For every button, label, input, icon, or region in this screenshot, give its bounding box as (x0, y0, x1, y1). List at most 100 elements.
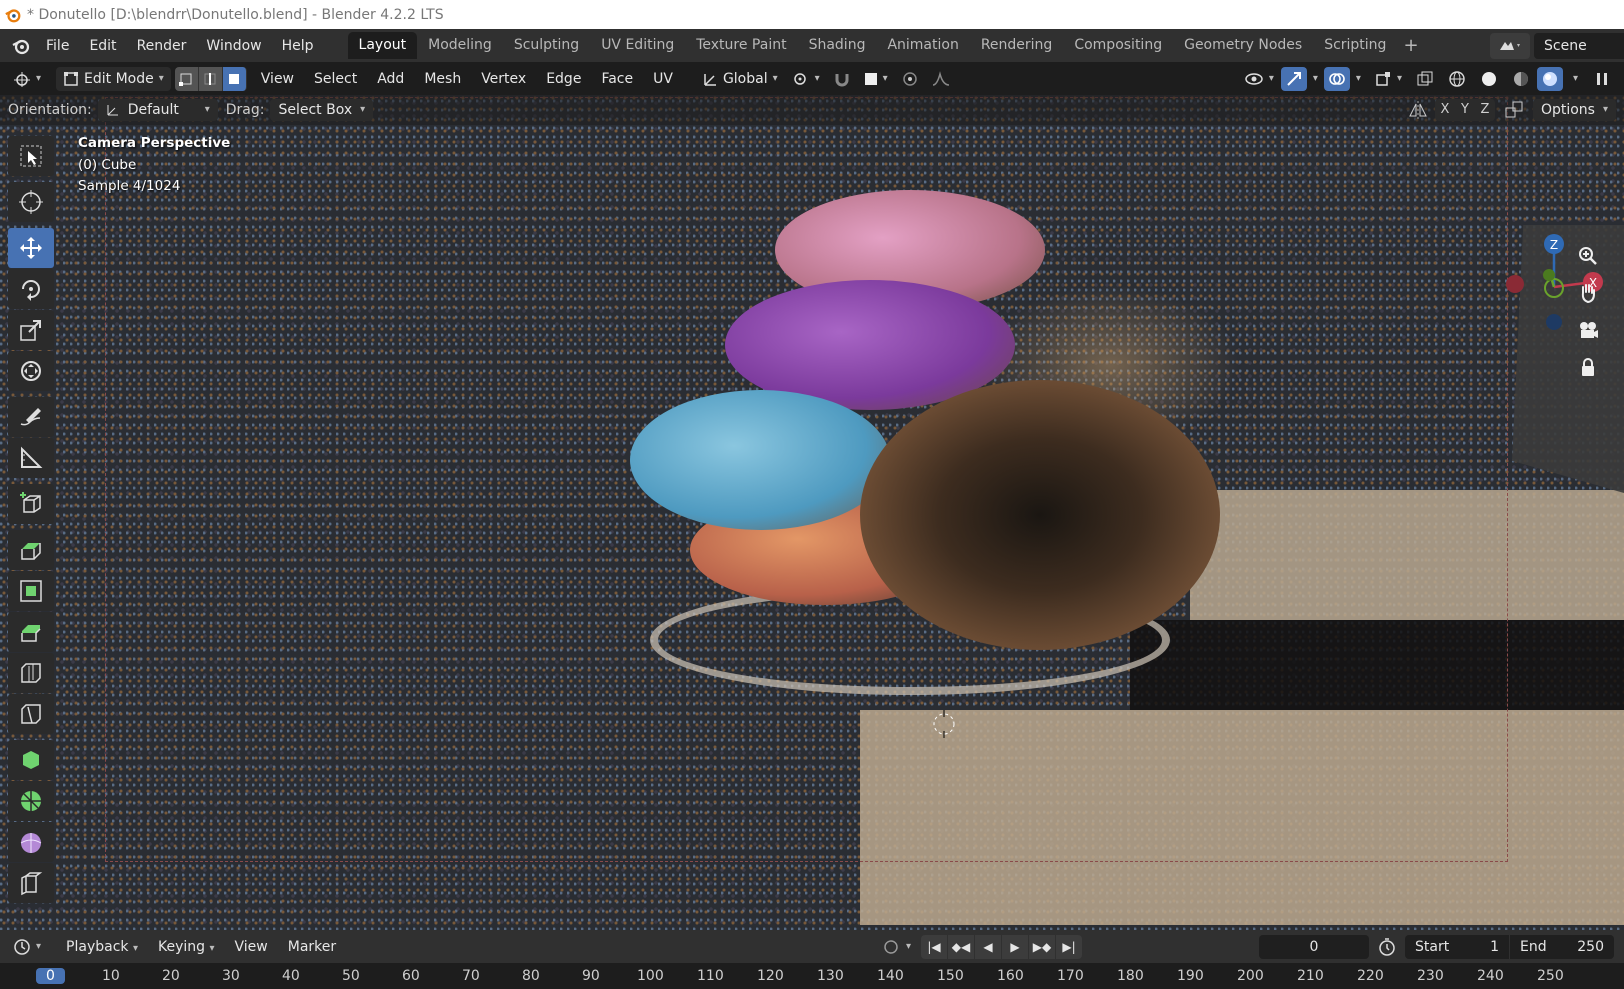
add-workspace-icon[interactable]: + (1397, 35, 1424, 56)
timeline-editor-type[interactable]: ▾ (6, 935, 48, 959)
menu-render[interactable]: Render (127, 33, 197, 59)
mirror-y-toggle[interactable]: Y (1454, 99, 1475, 121)
shading-dropdown-caret[interactable]: ▾ (1563, 73, 1588, 84)
timeline-menu-marker[interactable]: Marker (278, 934, 346, 960)
tool-smooth[interactable] (8, 822, 54, 862)
tab-modeling[interactable]: Modeling (417, 32, 503, 59)
tab-sculpting[interactable]: Sculpting (503, 32, 590, 59)
header-menu-edge[interactable]: Edge (536, 66, 591, 92)
play-reverse-button[interactable]: ◀ (975, 934, 1001, 959)
header-menu-vertex[interactable]: Vertex (471, 66, 536, 92)
play-button[interactable]: ▶ (1002, 934, 1028, 959)
mirror-icon[interactable] (1407, 99, 1429, 121)
jump-end-button[interactable]: ▶| (1056, 934, 1082, 959)
gizmo-neg-z[interactable] (1546, 314, 1562, 330)
options-dropdown[interactable]: Options ▾ (1532, 99, 1616, 121)
snap-target-dropdown[interactable]: ▾ (857, 67, 895, 91)
auto-keying-icon[interactable] (880, 936, 902, 958)
pivot-point-dropdown[interactable]: ▾ (785, 67, 827, 91)
tool-poly-build[interactable] (8, 740, 54, 780)
scene-icon[interactable] (1490, 32, 1530, 59)
overlay-dropdown-caret[interactable]: ▾ (1350, 73, 1367, 84)
editor-type-button[interactable]: ▾ (6, 67, 48, 91)
xray-toggle[interactable] (1409, 67, 1441, 91)
timeline-menu-playback[interactable]: Playback ▾ (56, 934, 148, 960)
tool-rotate[interactable] (8, 269, 54, 309)
edge-select-icon[interactable] (198, 66, 223, 91)
orientation-dropdown[interactable]: Default ▾ (97, 99, 218, 121)
menu-edit[interactable]: Edit (79, 33, 126, 59)
blender-menu-icon[interactable] (6, 31, 36, 61)
header-menu-uv[interactable]: UV (643, 66, 683, 92)
tab-shading[interactable]: Shading (798, 32, 877, 59)
gizmo-y[interactable] (1543, 269, 1555, 281)
gizmo-neg-x[interactable] (1506, 275, 1524, 293)
tool-add-cube[interactable] (8, 484, 54, 524)
tab-geometry-nodes[interactable]: Geometry Nodes (1173, 32, 1313, 59)
tool-loop-cut[interactable] (8, 653, 54, 693)
vertex-select-icon[interactable] (174, 66, 199, 91)
menu-file[interactable]: File (36, 33, 79, 59)
shading-material[interactable] (1505, 67, 1537, 91)
menu-window[interactable]: Window (196, 33, 271, 59)
header-menu-add[interactable]: Add (367, 66, 414, 92)
snap-toggle[interactable] (827, 67, 857, 91)
mirror-x-toggle[interactable]: X (1434, 99, 1455, 121)
timeline-menu-keying[interactable]: Keying ▾ (148, 934, 225, 960)
tool-knife[interactable] (8, 694, 54, 734)
tool-move[interactable] (8, 228, 54, 268)
shading-solid[interactable] (1473, 67, 1505, 91)
ruler-current-frame[interactable]: 0 (36, 968, 65, 984)
menu-help[interactable]: Help (272, 33, 324, 59)
jump-start-button[interactable]: |◀ (921, 934, 947, 959)
overlay-toggle[interactable] (1323, 66, 1350, 91)
proportional-edit-toggle[interactable] (895, 67, 925, 91)
tool-annotate[interactable] (8, 397, 54, 437)
shading-rendered[interactable] (1536, 66, 1563, 91)
tab-animation[interactable]: Animation (876, 32, 969, 59)
mode-dropdown[interactable]: Edit Mode ▾ (56, 66, 171, 91)
tool-measure[interactable] (8, 438, 54, 478)
drag-dropdown[interactable]: Select Box ▾ (270, 99, 374, 121)
topology-mirror-icon[interactable] (1503, 99, 1525, 121)
next-keyframe-button[interactable]: ▶◆ (1029, 934, 1055, 959)
face-select-icon[interactable] (222, 66, 247, 91)
tool-cursor[interactable] (8, 182, 54, 222)
proportional-falloff-dropdown[interactable] (925, 67, 957, 91)
tool-inset[interactable] (8, 571, 54, 611)
header-menu-select[interactable]: Select (304, 66, 367, 92)
tab-uv-editing[interactable]: UV Editing (590, 32, 685, 59)
tab-texture-paint[interactable]: Texture Paint (685, 32, 797, 59)
mirror-z-toggle[interactable]: Z (1474, 99, 1495, 121)
gizmo-toggle[interactable] (1280, 66, 1307, 91)
start-frame-field[interactable]: Start 1 (1405, 934, 1509, 959)
pan-hand-icon[interactable] (1573, 278, 1603, 308)
current-frame-field[interactable]: 0 (1259, 934, 1369, 959)
prev-keyframe-button[interactable]: ◆◀ (948, 934, 974, 959)
tab-rendering[interactable]: Rendering (970, 32, 1064, 59)
3d-viewport[interactable]: Camera Perspective (0) Cube Sample 4/102… (0, 95, 1624, 930)
lock-icon[interactable] (1573, 352, 1603, 382)
gizmo-dropdown-caret[interactable]: ▾ (1307, 73, 1324, 84)
tool-shear[interactable] (8, 863, 54, 903)
tab-compositing[interactable]: Compositing (1063, 32, 1173, 59)
end-frame-field[interactable]: End 250 (1510, 934, 1614, 959)
timeline-menu-view[interactable]: View (225, 934, 278, 960)
scene-name[interactable]: Scene (1534, 32, 1624, 59)
shading-wireframe[interactable] (1441, 67, 1473, 91)
transform-orientation-dropdown[interactable]: Global ▾ (695, 67, 785, 91)
visibility-dropdown[interactable]: ▾ (1237, 67, 1281, 91)
header-menu-mesh[interactable]: Mesh (414, 66, 471, 92)
pause-render-button[interactable] (1588, 67, 1616, 91)
tool-scale[interactable] (8, 310, 54, 350)
tool-spin[interactable] (8, 781, 54, 821)
camera-view-icon[interactable] (1573, 315, 1603, 345)
tool-transform[interactable] (8, 351, 54, 391)
auto-keying-caret[interactable]: ▾ (906, 941, 911, 952)
tool-select-box[interactable] (8, 136, 54, 176)
tool-bevel[interactable] (8, 612, 54, 652)
header-menu-face[interactable]: Face (591, 66, 643, 92)
stopwatch-icon[interactable] (1375, 936, 1399, 958)
tool-extrude[interactable] (8, 530, 54, 570)
timeline-ruler[interactable]: 0 10 20 30 40 50 60 70 80 90 100 110 120… (0, 963, 1624, 989)
